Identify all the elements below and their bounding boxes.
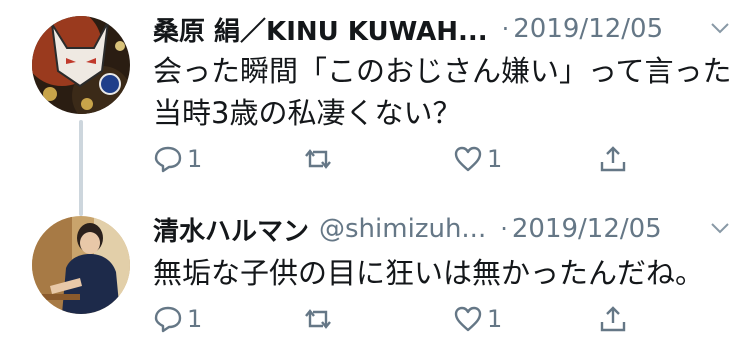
separator: · [500,215,508,243]
user-handle[interactable]: @shimizuh... [319,214,486,244]
person-photo-avatar-icon [32,216,130,314]
reply-icon [154,306,182,333]
share-button[interactable] [598,142,628,176]
timestamp[interactable]: 2019/12/05 [512,214,662,244]
avatar[interactable] [32,216,130,314]
fox-mask-avatar-icon [32,16,130,114]
chevron-down-icon[interactable] [708,216,732,240]
tweet-text: 無垢な子供の目に狂いは無かったんだね。 [153,256,705,290]
reply-button[interactable]: 1 [153,302,202,336]
chevron-down-icon[interactable] [708,16,732,40]
like-count: 1 [487,305,503,333]
tweet-text: 会った瞬間「このおじさん嫌い」って言った 当時3歳の私凄くない？ [153,54,732,130]
reply-icon [154,146,182,173]
retweet-button[interactable] [303,302,333,336]
tweet[interactable]: 桑原 絹／KINU KUWAH... · 2019/12/05 会った瞬間「この… [0,0,750,216]
like-icon [454,306,482,332]
like-count: 1 [487,145,503,173]
timestamp[interactable]: 2019/12/05 [513,14,663,44]
share-icon [600,146,626,172]
display-name[interactable]: 清水ハルマン [153,211,309,248]
retweet-icon [305,149,331,169]
share-button[interactable] [598,302,628,336]
reply-count: 1 [187,145,203,173]
tweet-header: 桑原 絹／KINU KUWAH... · 2019/12/05 [153,11,732,48]
like-button[interactable]: 1 [453,142,502,176]
share-icon [600,306,626,332]
retweet-icon [305,309,331,329]
separator: · [501,15,510,43]
tweet-header: 清水ハルマン @shimizuh... · 2019/12/05 [153,211,732,248]
like-icon [454,146,482,172]
reply-count: 1 [187,305,203,333]
display-name[interactable]: 桑原 絹／KINU KUWAH... [153,11,488,48]
avatar[interactable] [32,16,130,114]
retweet-button[interactable] [303,142,333,176]
tweet-actions: 1 1 [153,142,633,176]
like-button[interactable]: 1 [453,302,502,336]
reply-button[interactable]: 1 [153,142,202,176]
tweet[interactable]: 清水ハルマン @shimizuh... · 2019/12/05 無垢な子供の目… [0,200,750,354]
tweet-actions: 1 1 [153,302,633,336]
